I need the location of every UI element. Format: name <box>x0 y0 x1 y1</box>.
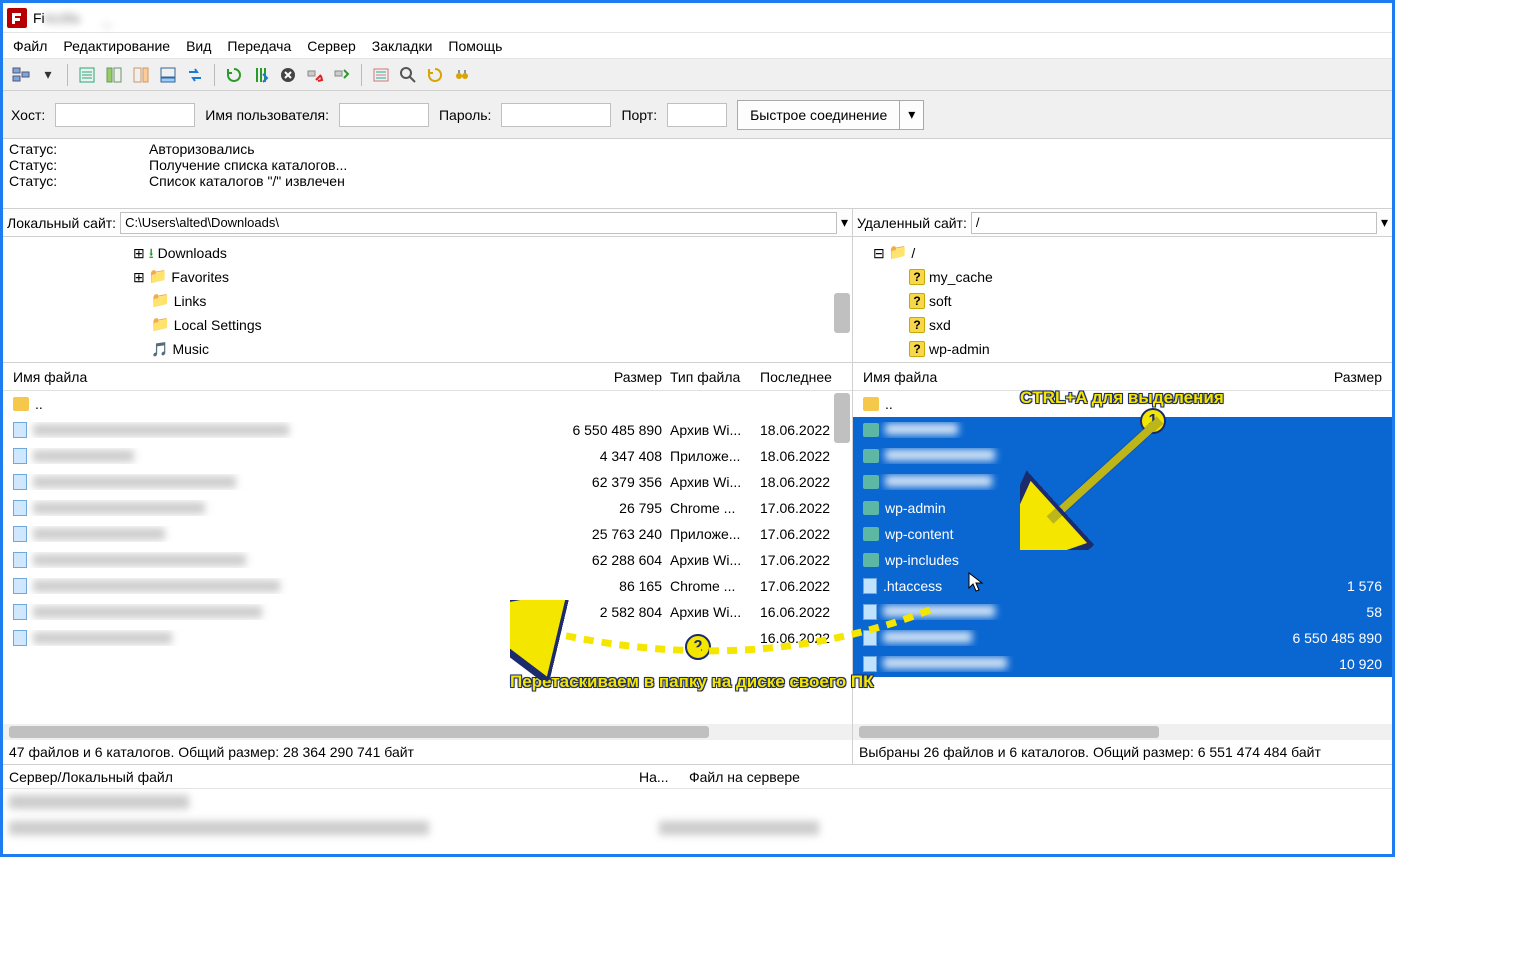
list-item[interactable]: wp-content <box>853 521 1392 547</box>
col-size[interactable]: Размер <box>536 369 666 385</box>
menu-edit[interactable]: Редактирование <box>63 38 170 54</box>
pass-label: Пароль: <box>439 107 491 123</box>
toggle-log-icon[interactable] <box>75 63 99 87</box>
dropdown-icon[interactable]: ▾ <box>36 63 60 87</box>
menu-file[interactable]: Файл <box>13 38 47 54</box>
local-path-input[interactable] <box>120 212 837 234</box>
menu-view[interactable]: Вид <box>186 38 211 54</box>
menu-bookmarks[interactable]: Закладки <box>372 38 433 54</box>
menu-help[interactable]: Помощь <box>448 38 502 54</box>
scrollbar[interactable] <box>834 393 850 443</box>
sync-browse-icon[interactable] <box>183 63 207 87</box>
quickconnect-dropdown[interactable]: ▾ <box>900 100 924 130</box>
remote-pane: Удаленный сайт: ▾ ⊟📁/ ?my_cache ?soft ?s… <box>853 209 1392 740</box>
col-name[interactable]: Имя файла <box>859 369 1266 385</box>
annotation-badge-2: 2 <box>685 634 711 660</box>
port-input[interactable] <box>667 103 727 127</box>
user-input[interactable] <box>339 103 429 127</box>
local-summary: 47 файлов и 6 каталогов. Общий размер: 2… <box>3 740 853 764</box>
app-window: Filezilla _ Файл Редактирование Вид Пере… <box>0 0 1395 857</box>
status-label: Статус: <box>9 141 139 157</box>
menu-server[interactable]: Сервер <box>307 38 356 54</box>
quickconnect-bar: Хост: Имя пользователя: Пароль: Порт: Бы… <box>3 91 1392 139</box>
list-item[interactable]: 26 795Chrome ...17.06.2022 <box>3 495 852 521</box>
col-name[interactable]: Имя файла <box>9 369 536 385</box>
port-label: Порт: <box>621 107 657 123</box>
toggle-queue-icon[interactable] <box>156 63 180 87</box>
window-title: Filezilla _ <box>33 10 204 26</box>
disconnect-icon[interactable] <box>303 63 327 87</box>
local-site-label: Локальный сайт: <box>7 215 116 231</box>
toggle-tree-icon[interactable] <box>102 63 126 87</box>
local-tree[interactable]: ⊞⭳Downloads ⊞📁Favorites 📁Links 📁Local Se… <box>3 237 852 363</box>
cancel-icon[interactable] <box>276 63 300 87</box>
queue-col-local[interactable]: Сервер/Локальный файл <box>9 769 639 785</box>
list-item[interactable]: .htaccess1 576 <box>853 573 1392 599</box>
menu-transfer[interactable]: Передача <box>227 38 291 54</box>
local-pane: Локальный сайт: ▾ ⊞⭳Downloads ⊞📁Favorite… <box>3 209 853 740</box>
list-item[interactable]: 16.06.2022 <box>3 625 852 651</box>
status-log[interactable]: Статус:Авторизовались Статус:Получение с… <box>3 139 1392 209</box>
h-scrollbar[interactable] <box>9 726 709 738</box>
summary-row: 47 файлов и 6 каталогов. Общий размер: 2… <box>3 740 1392 764</box>
list-item[interactable]: 2 582 804Архив Wi...16.06.2022 <box>3 599 852 625</box>
local-file-list[interactable]: Имя файла Размер Тип файла Последнее .. … <box>3 363 852 740</box>
list-item[interactable]: 86 165Chrome ...17.06.2022 <box>3 573 852 599</box>
list-item[interactable]: wp-includes <box>853 547 1392 573</box>
transfer-queue[interactable]: Сервер/Локальный файл На... Файл на серв… <box>3 764 1392 854</box>
quickconnect-button[interactable]: Быстрое соединение <box>737 100 900 130</box>
parent-dir[interactable]: .. <box>3 391 852 417</box>
parent-dir[interactable]: .. <box>853 391 1392 417</box>
col-type[interactable]: Тип файла <box>666 369 756 385</box>
remote-path-input[interactable] <box>971 212 1377 234</box>
search-icon[interactable] <box>450 63 474 87</box>
manage-filter-icon[interactable] <box>423 63 447 87</box>
site-manager-icon[interactable] <box>9 63 33 87</box>
list-item[interactable]: 62 288 604Архив Wi...17.06.2022 <box>3 547 852 573</box>
scrollbar[interactable] <box>834 293 850 333</box>
process-queue-icon[interactable] <box>249 63 273 87</box>
host-label: Хост: <box>11 107 45 123</box>
queue-col-dir[interactable]: На... <box>639 769 689 785</box>
compare-icon[interactable] <box>396 63 420 87</box>
col-size[interactable]: Размер <box>1266 369 1386 385</box>
filezilla-logo-icon <box>7 8 27 28</box>
user-label: Имя пользователя: <box>205 107 329 123</box>
remote-summary: Выбраны 26 файлов и 6 каталогов. Общий р… <box>853 740 1392 764</box>
list-item[interactable]: 10 920 <box>853 651 1392 677</box>
h-scrollbar[interactable] <box>859 726 1159 738</box>
list-item[interactable] <box>853 417 1392 443</box>
remote-file-list[interactable]: Имя файла Размер .. wp-adminwp-contentwp… <box>853 363 1392 740</box>
list-item[interactable]: 4 347 408Приложе...18.06.2022 <box>3 443 852 469</box>
remote-site-label: Удаленный сайт: <box>857 215 967 231</box>
list-item[interactable]: 6 550 485 890Архив Wi...18.06.2022 <box>3 417 852 443</box>
filter-icon[interactable] <box>369 63 393 87</box>
queue-col-remote[interactable]: Файл на сервере <box>689 769 800 785</box>
list-item[interactable] <box>853 469 1392 495</box>
toggle-remote-tree-icon[interactable] <box>129 63 153 87</box>
list-item[interactable]: 6 550 485 890 <box>853 625 1392 651</box>
col-date[interactable]: Последнее <box>756 369 846 385</box>
list-item[interactable]: 25 763 240Приложе...17.06.2022 <box>3 521 852 547</box>
dropdown-icon[interactable]: ▾ <box>841 214 848 231</box>
remote-tree[interactable]: ⊟📁/ ?my_cache ?soft ?sxd ?wp-admin <box>853 237 1392 363</box>
dropdown-icon[interactable]: ▾ <box>1381 214 1388 231</box>
list-item[interactable]: 58 <box>853 599 1392 625</box>
host-input[interactable] <box>55 103 195 127</box>
menubar: Файл Редактирование Вид Передача Сервер … <box>3 33 1392 59</box>
reconnect-icon[interactable] <box>330 63 354 87</box>
list-item[interactable]: 62 379 356Архив Wi...18.06.2022 <box>3 469 852 495</box>
titlebar: Filezilla _ <box>3 3 1392 33</box>
pass-input[interactable] <box>501 103 611 127</box>
annotation-badge-1: 1 <box>1140 408 1166 434</box>
list-item[interactable]: wp-admin <box>853 495 1392 521</box>
list-item[interactable] <box>853 443 1392 469</box>
toolbar: ▾ <box>3 59 1392 91</box>
refresh-icon[interactable] <box>222 63 246 87</box>
